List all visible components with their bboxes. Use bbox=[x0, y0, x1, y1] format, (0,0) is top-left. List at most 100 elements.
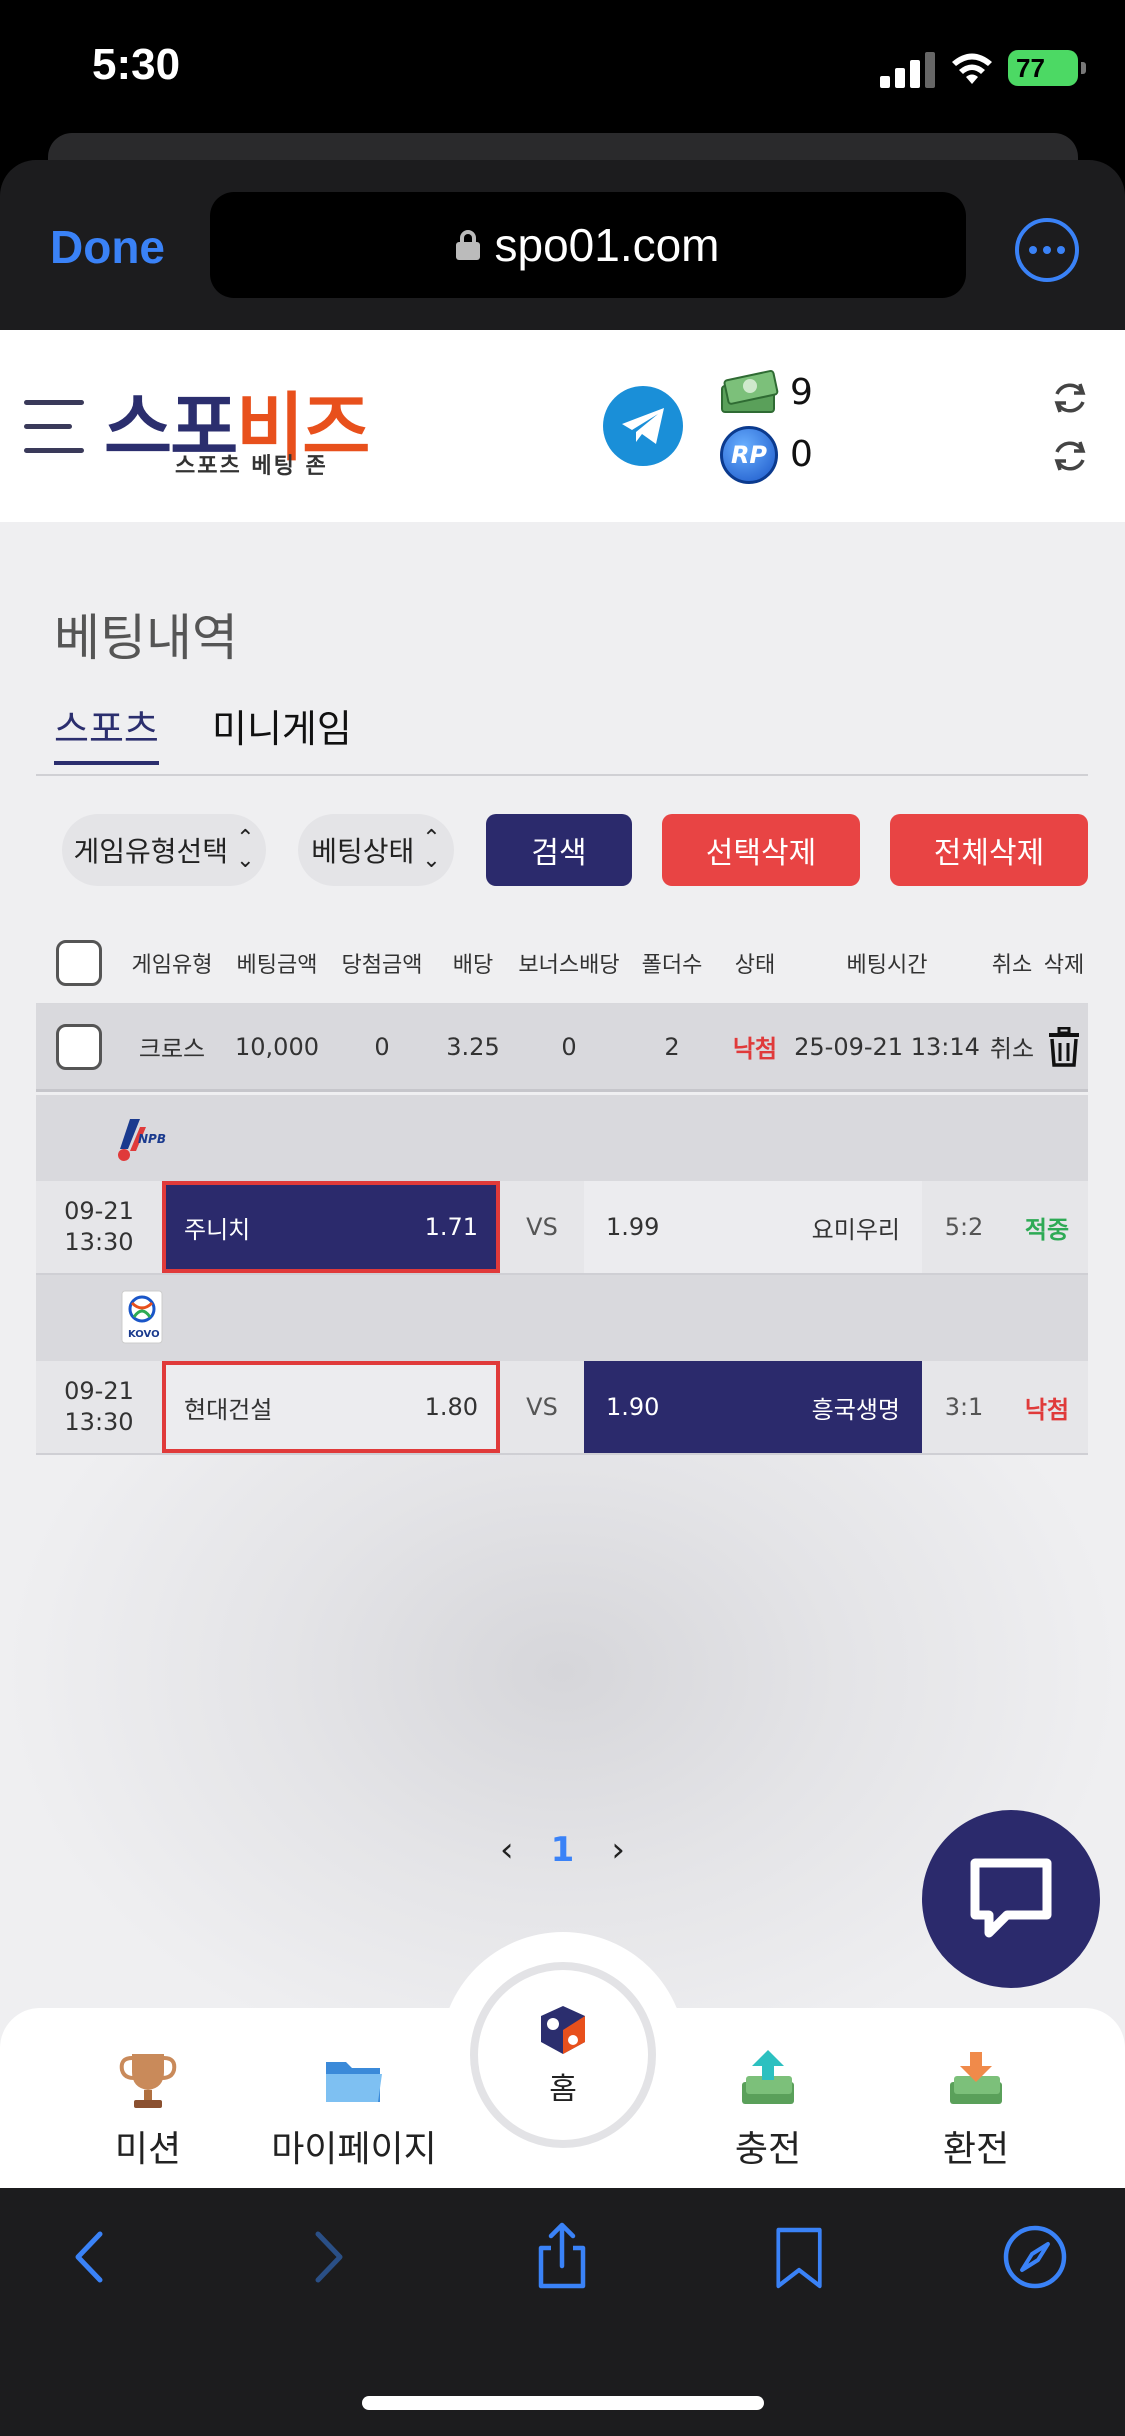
league-header-kovo: KOVO bbox=[36, 1275, 1088, 1361]
status-bar: 5:30 77 bbox=[0, 0, 1125, 135]
nav-mission[interactable]: 미션 bbox=[58, 2048, 238, 2172]
battery-level: 77 bbox=[1016, 52, 1045, 83]
home-team-pick[interactable]: 현대건설 1.80 bbox=[162, 1361, 500, 1453]
trophy-icon bbox=[119, 2054, 177, 2108]
match-result: 낙첨 bbox=[1024, 1395, 1070, 1424]
browser-top-bar: Done spo01.com bbox=[0, 160, 1125, 330]
trash-icon[interactable] bbox=[1040, 1004, 1088, 1089]
cell-bonus-odds: 0 bbox=[561, 1032, 577, 1061]
divider bbox=[36, 774, 1088, 776]
header-delete: 삭제 bbox=[1043, 952, 1085, 978]
refresh-cash-icon[interactable] bbox=[1050, 378, 1090, 418]
status-time: 5:30 bbox=[92, 40, 181, 89]
cell-game-type: 크로스 bbox=[138, 1035, 206, 1063]
header-odds: 배당 bbox=[452, 952, 494, 978]
cellular-signal-icon bbox=[880, 52, 936, 88]
chevron-updown-icon: ⌃ ⌄ bbox=[236, 826, 255, 873]
cell-bet-amount: 10,000 bbox=[235, 1032, 319, 1061]
match-datetime: 09-21 13:30 bbox=[36, 1181, 162, 1273]
away-team-pick[interactable]: 1.99 요미우리 bbox=[584, 1181, 922, 1273]
header-bet-time: 베팅시간 bbox=[846, 952, 928, 978]
cell-win-amount: 0 bbox=[374, 1032, 390, 1061]
cash-icon bbox=[721, 369, 779, 413]
bet-status-select[interactable]: 베팅상태 ⌃ ⌄ bbox=[298, 814, 454, 886]
done-button[interactable]: Done bbox=[50, 220, 165, 274]
match-score: 5:2 bbox=[944, 1213, 984, 1241]
nav-deposit-label: 충전 bbox=[734, 2129, 802, 2170]
share-icon[interactable] bbox=[527, 2222, 597, 2292]
forward-icon[interactable] bbox=[292, 2222, 362, 2292]
nav-mypage[interactable]: 마이페이지 bbox=[264, 2048, 444, 2172]
svg-text:NPB: NPB bbox=[138, 1132, 166, 1146]
match-score: 3:1 bbox=[944, 1393, 984, 1421]
nav-home[interactable]: 홈 bbox=[470, 1962, 656, 2148]
cell-status: 낙첨 bbox=[732, 1035, 778, 1063]
more-options-icon[interactable] bbox=[1015, 218, 1079, 282]
kovo-logo-icon: KOVO bbox=[121, 1290, 163, 1344]
match-row: 09-21 13:30 현대건설 1.80 VS 1.90 흥국생명 3:1 낙… bbox=[36, 1361, 1088, 1455]
wifi-icon bbox=[952, 53, 992, 84]
url-text: spo01.com bbox=[494, 219, 720, 271]
rp-balance: 0 bbox=[790, 434, 813, 475]
logo-subtitle: 스포츠 베팅 존 bbox=[175, 454, 328, 479]
table-row: 크로스 10,000 0 3.25 0 2 낙첨 25-09-21 13:14 … bbox=[36, 1004, 1088, 1092]
home-sports-icon bbox=[541, 2006, 585, 2054]
game-type-select[interactable]: 게임유형선택 ⌃ ⌄ bbox=[62, 814, 266, 886]
away-team-pick[interactable]: 1.90 흥국생명 bbox=[584, 1361, 922, 1453]
delete-all-button[interactable]: 전체삭제 bbox=[890, 814, 1088, 886]
svg-text:KOVO: KOVO bbox=[128, 1329, 160, 1340]
nav-withdraw-label: 환전 bbox=[942, 2129, 1010, 2170]
deposit-money-icon bbox=[742, 2050, 794, 2104]
vs-label: VS bbox=[526, 1213, 558, 1241]
pagination: ‹ 1 › bbox=[500, 1830, 625, 1870]
home-team-odds: 1.80 bbox=[424, 1393, 478, 1421]
nav-mypage-label: 마이페이지 bbox=[271, 2129, 437, 2170]
row-checkbox[interactable] bbox=[56, 1023, 102, 1070]
home-team-pick[interactable]: 주니치 1.71 bbox=[162, 1181, 500, 1273]
bookmarks-icon[interactable] bbox=[764, 2222, 834, 2292]
match-datetime: 09-21 13:30 bbox=[36, 1361, 162, 1453]
game-type-select-label: 게임유형선택 bbox=[73, 835, 229, 868]
away-team-odds: 1.90 bbox=[606, 1393, 660, 1421]
prev-page-icon[interactable]: ‹ bbox=[500, 1830, 514, 1870]
cancel-link[interactable]: 취소 bbox=[984, 1004, 1040, 1089]
chat-button[interactable] bbox=[922, 1810, 1100, 1988]
away-team-name: 흥국생명 bbox=[811, 1395, 900, 1424]
header-folders: 폴더수 bbox=[641, 952, 703, 978]
home-team-name: 현대건설 bbox=[184, 1395, 273, 1424]
telegram-icon[interactable] bbox=[603, 386, 683, 466]
tab-minigame[interactable]: 미니게임 bbox=[212, 698, 352, 753]
bet-status-select-label: 베팅상태 bbox=[311, 835, 415, 868]
select-all-checkbox[interactable] bbox=[56, 939, 102, 986]
nav-mission-label: 미션 bbox=[114, 2129, 182, 2170]
refresh-rp-icon[interactable] bbox=[1050, 436, 1090, 476]
chat-bubble-icon bbox=[970, 1858, 1052, 1938]
home-team-name: 주니치 bbox=[184, 1215, 251, 1244]
home-indicator bbox=[362, 2396, 764, 2410]
cell-bet-time: 25-09-21 13:14 bbox=[794, 1032, 980, 1061]
compass-icon[interactable] bbox=[1000, 2222, 1070, 2292]
back-icon[interactable] bbox=[56, 2222, 126, 2292]
next-page-icon[interactable]: › bbox=[611, 1830, 625, 1870]
withdraw-money-icon bbox=[950, 2052, 1002, 2104]
header-bonus-odds: 보너스배당 bbox=[518, 952, 620, 978]
page-title: 베팅내역 bbox=[54, 609, 238, 667]
table-header: 게임유형 베팅금액 당첨금액 배당 보너스배당 폴더수 상태 베팅시간 취소 삭… bbox=[36, 922, 1088, 1004]
address-bar[interactable]: spo01.com bbox=[210, 192, 966, 298]
page-number[interactable]: 1 bbox=[551, 1830, 575, 1870]
header-cancel: 취소 bbox=[991, 952, 1033, 978]
menu-icon[interactable] bbox=[24, 400, 90, 456]
nav-withdraw[interactable]: 환전 bbox=[886, 2048, 1066, 2172]
home-team-odds: 1.71 bbox=[424, 1213, 478, 1241]
header-game-type: 게임유형 bbox=[131, 952, 213, 978]
delete-selected-button[interactable]: 선택삭제 bbox=[662, 814, 860, 886]
npb-logo-icon: NPB bbox=[118, 1119, 166, 1161]
web-content: 스포비즈 스포츠 베팅 존 RP 9 0 베팅내역 스포츠 미니게임 게임유형선… bbox=[0, 330, 1125, 2188]
rp-point-icon: RP bbox=[720, 426, 778, 484]
nav-deposit[interactable]: 충전 bbox=[678, 2048, 858, 2172]
header-bet-amount: 베팅금액 bbox=[236, 952, 318, 978]
tab-sports[interactable]: 스포츠 bbox=[54, 698, 159, 765]
search-button[interactable]: 검색 bbox=[486, 814, 632, 886]
match-result: 적중 bbox=[1024, 1215, 1070, 1244]
away-team-name: 요미우리 bbox=[811, 1215, 900, 1244]
